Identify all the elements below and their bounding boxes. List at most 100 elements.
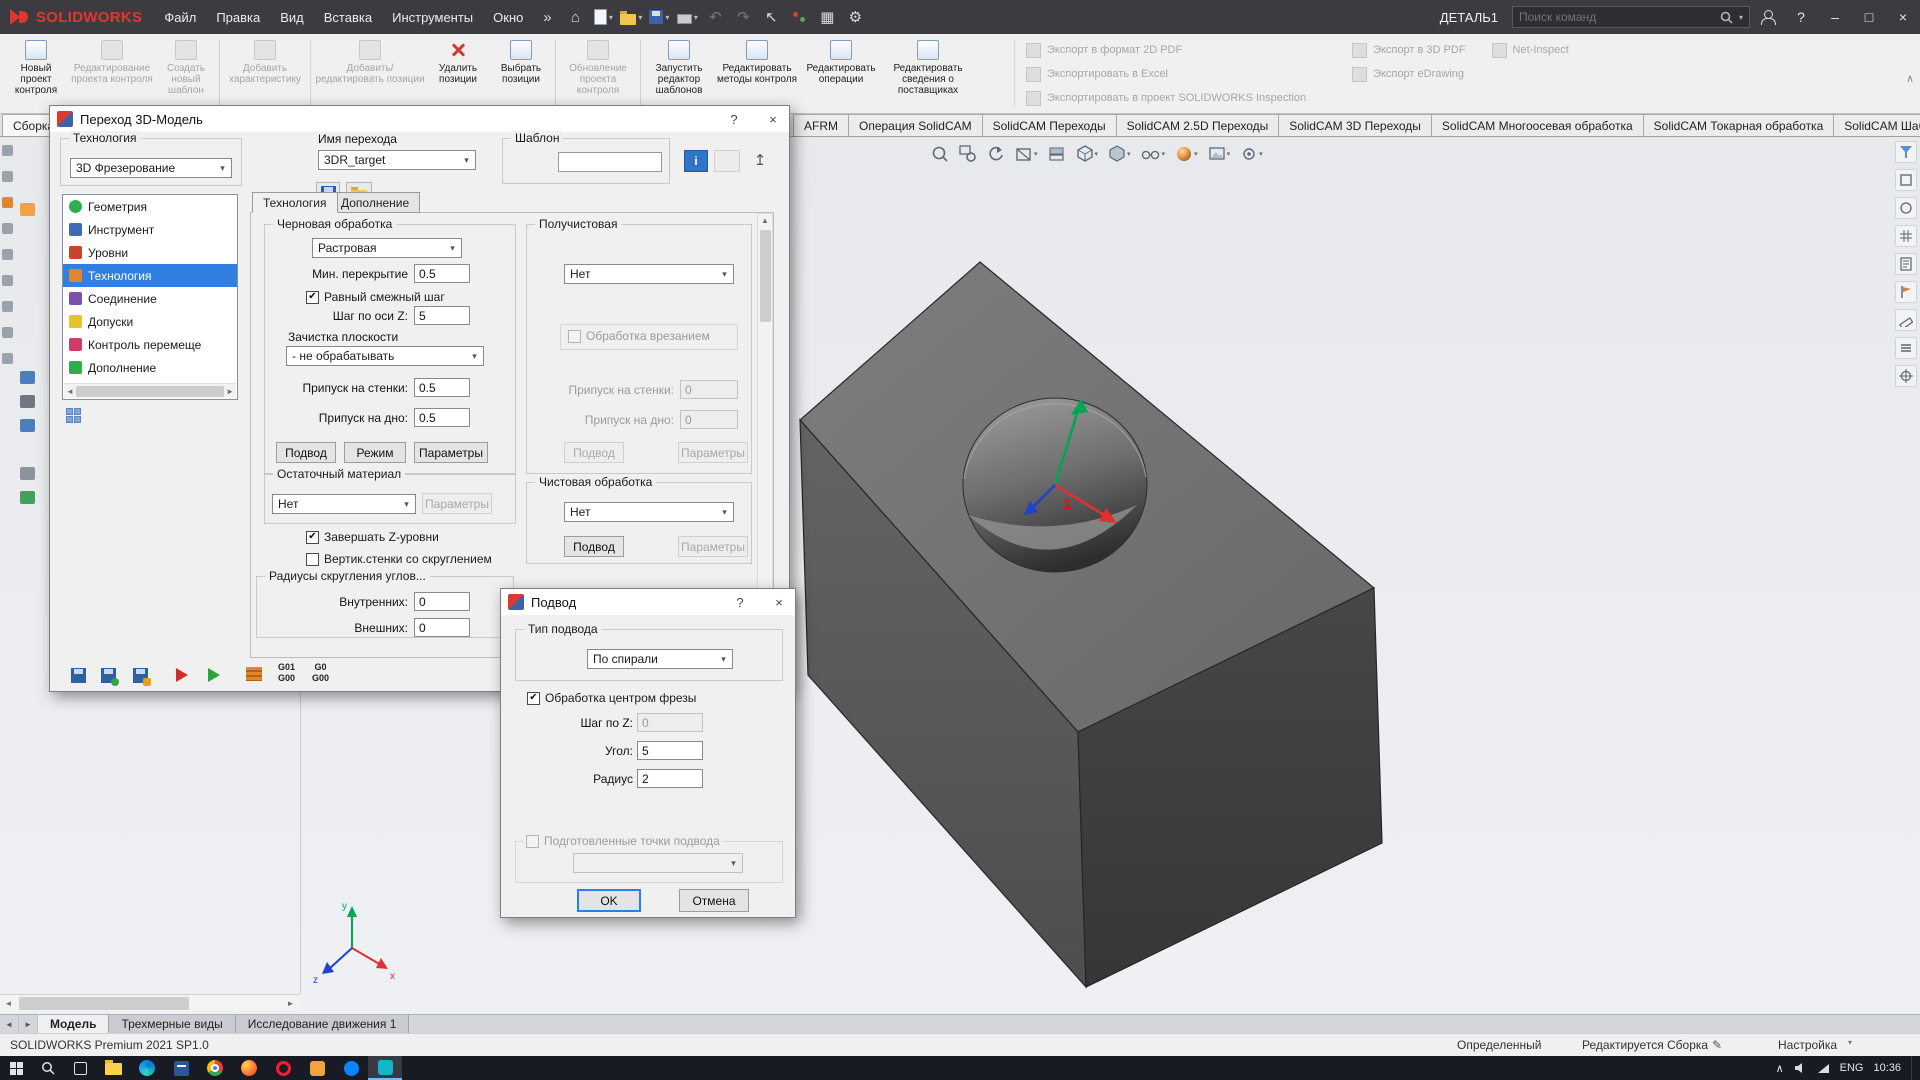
- dialog-tab-technology[interactable]: Технология: [252, 192, 338, 213]
- checkbox-unchecked-icon[interactable]: [526, 835, 539, 848]
- menu-view[interactable]: Вид: [270, 0, 314, 34]
- roughing-strategy-combo[interactable]: Растровая▾: [312, 238, 462, 258]
- feature-tree-item-icon[interactable]: [20, 467, 35, 480]
- panel-strip-icon[interactable]: [2, 353, 13, 364]
- gcode-g0-toggle[interactable]: G0G00: [312, 662, 329, 684]
- taskbar-word[interactable]: [164, 1056, 198, 1080]
- combo-arrow-icon[interactable]: ▾: [716, 507, 733, 518]
- tree-hscrollbar[interactable]: ◄ ►: [64, 383, 236, 398]
- semifinish-lead-button[interactable]: Подвод: [564, 442, 624, 463]
- scroll-right-icon[interactable]: ►: [226, 387, 234, 396]
- search-input[interactable]: [1519, 10, 1714, 24]
- selection-filter-button[interactable]: [1895, 141, 1917, 163]
- print-button[interactable]: ▾: [674, 4, 700, 30]
- export-excel-button[interactable]: Экспортировать в Excel: [1018, 62, 1314, 86]
- floor-machining-combo[interactable]: - не обрабатывать▾: [286, 346, 484, 366]
- tree-item-technology[interactable]: Технология: [63, 264, 237, 287]
- scroll-up-icon[interactable]: ▲: [761, 216, 769, 225]
- ribbon-edit-operations[interactable]: Редактировать операции: [800, 36, 882, 111]
- net-inspect-button[interactable]: Net-Inspect: [1484, 38, 1577, 62]
- ribbon-edit-methods[interactable]: Редактировать методы контроля: [714, 36, 800, 111]
- combo-arrow-icon[interactable]: ▾: [725, 858, 742, 869]
- volume-icon[interactable]: [1794, 1062, 1807, 1074]
- redo-button[interactable]: ↷: [730, 4, 756, 30]
- open-document-button[interactable]: ▾: [618, 4, 644, 30]
- zoom-area-button[interactable]: [956, 142, 980, 166]
- info-button[interactable]: i: [684, 150, 708, 172]
- scroll-left-icon[interactable]: ◄: [0, 999, 17, 1008]
- feature-tree-folder-icon[interactable]: [20, 203, 35, 216]
- tabs-scroll-left-icon[interactable]: ◄: [0, 1015, 19, 1033]
- scroll-thumb[interactable]: [19, 997, 189, 1010]
- tab-3d-views[interactable]: Трехмерные виды: [109, 1015, 235, 1033]
- technology-combo[interactable]: 3D Фрезерование▾: [70, 158, 232, 178]
- tree-item-levels[interactable]: Уровни: [63, 241, 237, 264]
- maximize-button[interactable]: □: [1852, 0, 1886, 34]
- ribbon-add-edit-balloons[interactable]: Добавить/редактировать позиции: [314, 36, 426, 111]
- taskbar-edge[interactable]: [130, 1056, 164, 1080]
- tool-sphere-button[interactable]: [1895, 197, 1917, 219]
- tree-item-tool[interactable]: Инструмент: [63, 218, 237, 241]
- panel-strip-icon[interactable]: [2, 327, 13, 338]
- tool-target-button[interactable]: [1895, 365, 1917, 387]
- tab-solidcam-multiaxis[interactable]: SolidCAM Многоосевая обработка: [1431, 114, 1644, 136]
- combo-arrow-icon[interactable]: ▾: [458, 155, 475, 166]
- ribbon-select-balloons[interactable]: Выбрать позиции: [490, 36, 552, 111]
- tool-layers-button[interactable]: [1895, 337, 1917, 359]
- template-field[interactable]: [558, 152, 662, 172]
- ribbon-collapse-icon[interactable]: ∧: [1906, 72, 1914, 85]
- zoom-fit-button[interactable]: [928, 142, 952, 166]
- tabs-scroll-right-icon[interactable]: ►: [19, 1015, 38, 1033]
- tab-model[interactable]: Модель: [38, 1015, 109, 1033]
- dialog-title-bar[interactable]: Переход 3D-Модель ? ×: [50, 106, 789, 132]
- panel-strip-icon[interactable]: [2, 223, 13, 234]
- dialog-close-button[interactable]: ×: [763, 589, 795, 615]
- tab-motion-study[interactable]: Исследование движения 1: [236, 1015, 410, 1033]
- roughing-params-button[interactable]: Параметры: [414, 442, 488, 463]
- rest-material-combo[interactable]: Нет▾: [272, 494, 416, 514]
- task-view-button[interactable]: [64, 1056, 96, 1080]
- dialog-close-button[interactable]: ×: [757, 106, 789, 132]
- finishing-params-button[interactable]: Параметры: [678, 536, 748, 557]
- previous-view-button[interactable]: [984, 142, 1008, 166]
- export-edrawing-button[interactable]: Экспорт eDrawing: [1344, 62, 1473, 86]
- tab-solidcam-templates[interactable]: SolidCAM Шабло: [1833, 114, 1920, 136]
- bottom-offset-input[interactable]: [414, 408, 470, 427]
- pin-menu-icon[interactable]: »: [534, 4, 560, 30]
- footer-save-button[interactable]: [66, 664, 90, 686]
- tab-solidcam-turning[interactable]: SolidCAM Токарная обработка: [1643, 114, 1835, 136]
- checkbox-unchecked-icon[interactable]: [568, 330, 581, 343]
- export-2d-pdf-button[interactable]: Экспорт в формат 2D PDF: [1018, 38, 1314, 62]
- sheet-properties-button[interactable]: ▦: [814, 4, 840, 30]
- dialog-title-bar[interactable]: Подвод ? ×: [501, 589, 795, 615]
- tab-solidcam-25d[interactable]: SolidCAM 2.5D Переходы: [1116, 114, 1280, 136]
- apply-scene-button[interactable]: ▾: [1205, 142, 1234, 166]
- menu-file[interactable]: Файл: [154, 0, 206, 34]
- tab-solidcam-transitions[interactable]: SolidCAM Переходы: [982, 114, 1117, 136]
- panel-strip-icon[interactable]: [2, 171, 13, 182]
- help-button[interactable]: ?: [1784, 0, 1818, 34]
- export-inspection-button[interactable]: Экспортировать в проект SOLIDWORKS Inspe…: [1018, 86, 1314, 110]
- new-document-button[interactable]: ▾: [590, 4, 616, 30]
- footer-save-calc-button[interactable]: [96, 664, 120, 686]
- checkbox-checked-icon[interactable]: ✔: [527, 692, 540, 705]
- hide-show-items-button[interactable]: ▾: [1138, 142, 1169, 166]
- feature-tree-item-icon[interactable]: [20, 395, 35, 408]
- clock[interactable]: 10:36: [1873, 1062, 1901, 1074]
- scroll-thumb[interactable]: [76, 386, 224, 397]
- operation-name-combo[interactable]: 3DR_target▾: [318, 150, 476, 170]
- combo-arrow-icon[interactable]: ▾: [444, 243, 461, 254]
- tray-expand-icon[interactable]: ∧: [1776, 1062, 1784, 1075]
- display-style-button[interactable]: ▾: [1105, 142, 1134, 166]
- roughing-lead-button[interactable]: Подвод: [276, 442, 336, 463]
- import-template-button[interactable]: ↥: [746, 148, 774, 172]
- checkbox-checked-icon[interactable]: ✔: [306, 291, 319, 304]
- combo-arrow-icon[interactable]: ▾: [716, 269, 733, 280]
- operation-pages-tree[interactable]: Геометрия Инструмент Уровни Технология С…: [62, 194, 238, 400]
- vertical-walls-checkbox[interactable]: Вертик.стенки со скруглением: [306, 552, 492, 566]
- tool-cube-button[interactable]: [1895, 169, 1917, 191]
- network-icon[interactable]: [1817, 1063, 1830, 1074]
- combo-arrow-icon[interactable]: ▾: [214, 163, 231, 174]
- taskbar-firefox[interactable]: [232, 1056, 266, 1080]
- semifinish-combo[interactable]: Нет▾: [564, 264, 734, 284]
